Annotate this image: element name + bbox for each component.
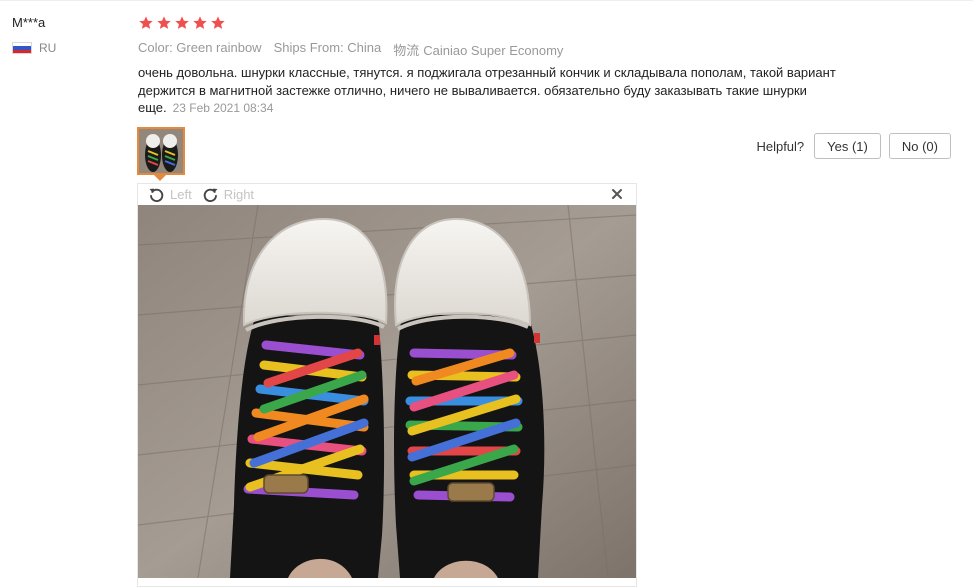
logistics-label: 物流: [393, 43, 420, 58]
helpful-vote: Helpful? Yes (1) No (0): [756, 133, 951, 159]
review-photo: [138, 205, 636, 578]
viewer-toolbar: Left Right: [138, 184, 636, 205]
logistics-value: Cainiao Super Economy: [423, 43, 564, 58]
buyer-name: M***a: [12, 15, 46, 30]
star-icon: [175, 16, 189, 29]
helpful-label: Helpful?: [756, 138, 805, 154]
order-info: Color: Green rainbow Ships From: China 物…: [138, 40, 563, 59]
rotate-right-label: Right: [223, 187, 255, 202]
star-icon: [157, 16, 171, 29]
color-info: Color: Green rainbow: [138, 40, 262, 55]
top-divider: [0, 0, 973, 1]
helpful-yes-button[interactable]: Yes (1): [814, 133, 881, 159]
thumbnail-image: [139, 129, 183, 173]
logistics-info: 物流 Cainiao Super Economy: [393, 40, 563, 59]
close-icon[interactable]: [610, 187, 624, 201]
star-icon: [139, 16, 153, 29]
country-code: RU: [39, 41, 57, 55]
photo-thumbnail[interactable]: [137, 127, 185, 175]
rotate-left-label: Left: [170, 187, 192, 202]
rotate-right-icon: [203, 188, 218, 202]
star-icon: [193, 16, 207, 29]
country-flag-icon: [12, 42, 32, 54]
review-date: 23 Feb 2021 08:34: [172, 101, 274, 115]
review-body: очень довольна. шнурки классные, тянутся…: [138, 64, 858, 118]
star-icon: [211, 16, 225, 29]
rotate-left-icon: [149, 188, 164, 202]
ships-from-info: Ships From: China: [273, 40, 382, 55]
rotate-right-button[interactable]: Right: [202, 186, 254, 203]
star-rating: [138, 15, 226, 31]
photo-viewer: Left Right: [137, 183, 637, 587]
helpful-no-button[interactable]: No (0): [888, 133, 951, 159]
buyer-country: RU: [12, 41, 56, 55]
thumbnail-pointer: [153, 174, 167, 181]
rotate-left-button[interactable]: Left: [148, 186, 192, 203]
